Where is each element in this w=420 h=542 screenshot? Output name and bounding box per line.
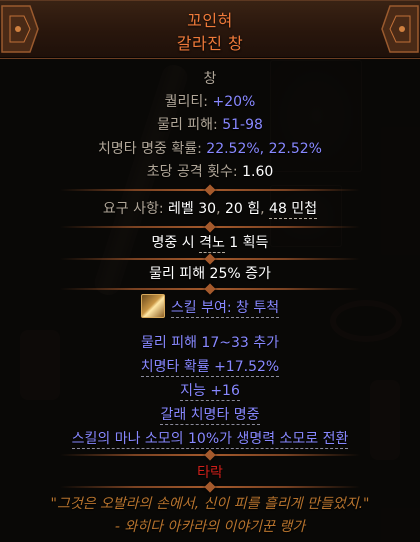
property-label: 퀄리티: [164, 94, 213, 110]
implicit-mod: 명중 시 격노 1 획득 [151, 235, 269, 253]
req-dex[interactable]: 48 민첩 [269, 201, 318, 219]
property-value: 51-98 [222, 117, 263, 133]
requirements-label: 요구 사항: [102, 201, 169, 217]
property-label: 초당 공격 횟수: [146, 164, 243, 180]
separator [60, 288, 360, 290]
property-quality: 퀄리티: +20% [0, 91, 420, 111]
property-label: 치명타 명중 확률: [98, 141, 207, 157]
property-physical-damage: 물리 피해: 51-98 [0, 114, 420, 134]
property-value: 22.52%, 22.52% [206, 141, 322, 157]
explicit-mod: 스킬의 마나 소모의 10%가 생명력 소모로 전환 [71, 431, 349, 449]
separator [60, 189, 360, 191]
skill-grant[interactable]: 스킬 부여: 창 투척 [0, 294, 420, 320]
separator [60, 258, 360, 260]
skill-grant-text[interactable]: 스킬 부여: 창 투척 [170, 300, 280, 318]
item-name: 꼬인혀 [187, 11, 233, 30]
item-tooltip: 꼬인혀 갈라진 창 창 퀄리티: +20% 물리 피해: 51-98 치명타 명… [0, 0, 420, 542]
property-label: 물리 피해: [157, 117, 223, 133]
flavor-text-line: - 와히다 아카라의 이야기꾼 랭가 [114, 519, 306, 535]
item-header: 꼬인혀 갈라진 창 [0, 0, 420, 59]
separator [60, 226, 360, 228]
req-level: 레벨 30 [168, 201, 217, 217]
keyword-link[interactable]: 격노 [199, 235, 225, 253]
req-str: 20 힘 [224, 201, 261, 217]
implicit-mod-2: 물리 피해 25% 증가 [149, 266, 271, 282]
item-base-type: 갈라진 창 [176, 34, 244, 53]
requirements: 요구 사항: 레벨 30, 20 힘, 48 민첩 [102, 201, 318, 219]
flavor-text-line: "그것은 오발라의 손에서, 신이 피를 흘리게 만들었지." [50, 496, 370, 512]
separator [60, 454, 360, 456]
property-attack-speed: 초당 공격 횟수: 1.60 [0, 161, 420, 181]
explicit-mod: 치명타 확률 +17.52% [140, 359, 280, 377]
explicit-mod: 물리 피해 17~33 추가 [141, 335, 279, 351]
explicit-mod: 지능 +16 [180, 383, 240, 401]
skill-gem-icon [140, 294, 165, 318]
separator [60, 486, 360, 488]
item-class: 창 [203, 71, 217, 87]
explicit-mod: 갈래 치명타 명중 [160, 407, 260, 425]
property-value: +20% [212, 94, 256, 110]
property-value: 1.60 [242, 164, 274, 180]
property-crit-chance: 치명타 명중 확률: 22.52%, 22.52% [0, 138, 420, 158]
corrupted-status: 타락 [197, 465, 223, 481]
